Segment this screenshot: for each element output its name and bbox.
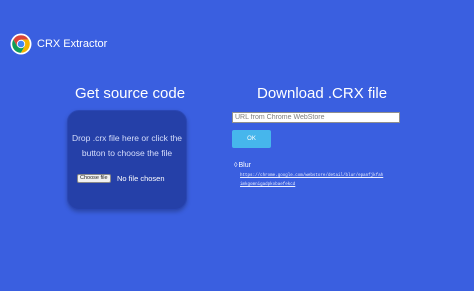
file-dropzone[interactable]: Drop .crx file here or click the button … [67,110,187,210]
file-status-text: No file chosen [116,174,165,184]
result-download-link[interactable]: https://chrome.google.com/webstore/detai… [240,172,385,190]
webstore-url-input[interactable] [232,112,400,123]
chrome-logo-icon [10,33,32,55]
get-source-code-heading: Get source code [75,85,186,102]
diamond-icon: ◊ [234,162,238,169]
download-crx-heading: Download .CRX file [257,85,388,102]
app-title: CRX Extractor [37,38,108,50]
choose-file-button[interactable]: Choose file [77,174,111,184]
result-title: ◊Blur [234,162,251,169]
dropzone-instructions: Drop .crx file here or click the button … [71,133,183,158]
result-name: Blur [238,162,251,169]
file-input[interactable]: Choose file No file chosen [77,170,165,188]
ok-button[interactable]: OK [232,130,271,148]
